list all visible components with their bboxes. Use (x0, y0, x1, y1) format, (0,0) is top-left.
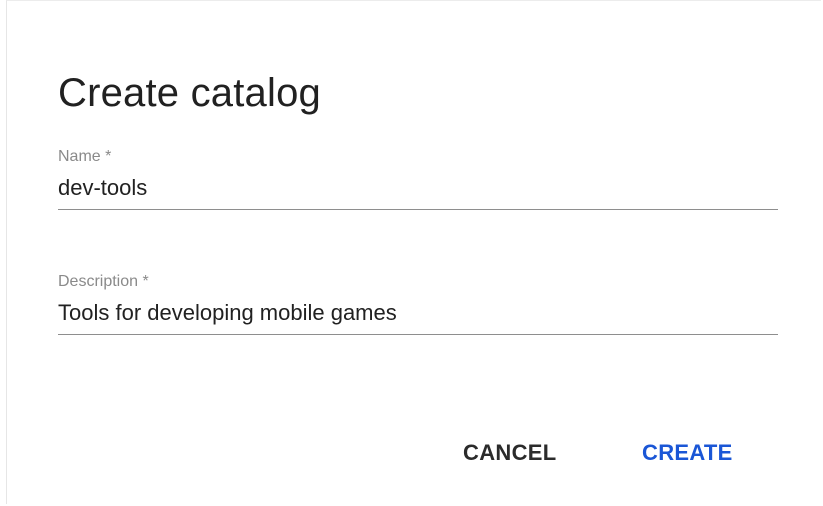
name-field-label: Name * (58, 148, 112, 165)
dialog-title: Create catalog (58, 71, 321, 115)
create-button[interactable]: CREATE (634, 433, 741, 473)
create-catalog-dialog: Create catalog Name * Description * CANC… (6, 0, 821, 504)
description-field: Description * (58, 272, 778, 335)
description-input[interactable] (58, 294, 778, 335)
dialog-actions: CANCEL CREATE (7, 433, 822, 473)
name-field: Name * (58, 147, 778, 210)
description-field-label: Description * (58, 273, 149, 290)
cancel-button[interactable]: CANCEL (455, 433, 564, 473)
name-input[interactable] (58, 169, 778, 210)
